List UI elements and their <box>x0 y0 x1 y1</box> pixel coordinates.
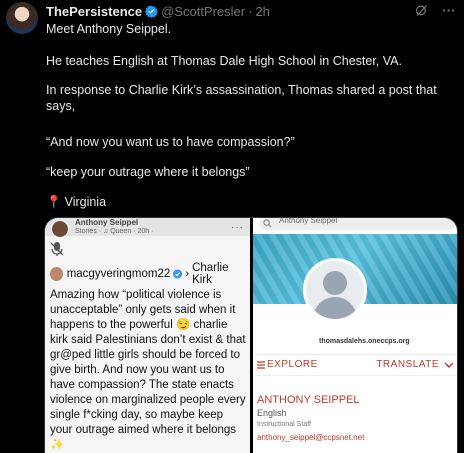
story-name: Anthony Seippel <box>75 218 139 227</box>
tweet-paragraph: In response to Charlie Kirk’s assassinat… <box>46 83 437 113</box>
menu-icon <box>257 361 265 369</box>
media-image-staff-page[interactable]: Anthony Seippel thomasdalehs.oneccps.org… <box>253 218 457 453</box>
tweet-header: ThePersistence @ScottPresler · 2h <box>46 2 456 20</box>
tweet-paragraph: He teaches English at Thomas Dale High S… <box>46 54 402 68</box>
shared-post-target: Charlie Kirk <box>192 262 229 286</box>
author-handle[interactable]: @ScottPresler <box>161 4 245 19</box>
search-icon <box>263 219 272 228</box>
shared-post-header: macgyveringmom22 › Charlie Kirk <box>50 262 246 286</box>
story-avatar <box>51 220 69 238</box>
avatar-head <box>323 271 347 295</box>
profile-placeholder-avatar <box>303 258 367 322</box>
translate-label: TRANSLATE <box>376 359 439 370</box>
staff-email: anthony_seippel@ccpsnet.net <box>257 433 365 442</box>
story-meta: Stories · ♫ Queen · 20h · <box>75 228 154 235</box>
mute-icon <box>51 242 63 256</box>
school-domain: thomasdalehs.oneccps.org <box>319 338 410 345</box>
shared-post-user: macgyveringmom22 <box>66 268 171 280</box>
explore-label: EXPLORE <box>267 359 318 370</box>
grok-icon[interactable] <box>414 3 429 18</box>
tweet-location-line: 📍 Virginia <box>46 194 106 210</box>
tweet-media[interactable]: Anthony Seippel Stories · ♫ Queen · 20h … <box>44 217 458 453</box>
shared-post-text: Amazing how “political violence is unacc… <box>50 289 246 451</box>
author-avatar[interactable] <box>6 2 38 34</box>
staff-role: Instructional Staff <box>257 421 311 428</box>
staff-search-bar: Anthony Seippel <box>259 218 455 230</box>
verified-small-icon <box>173 269 183 279</box>
search-text: Anthony Seippel <box>279 217 338 225</box>
tweet-paragraph: “And now you want us to have compassion?… <box>46 135 295 149</box>
story-header: Anthony Seippel Stories · ♫ Queen · 20h … <box>45 218 250 238</box>
media-image-story[interactable]: Anthony Seippel Stories · ♫ Queen · 20h … <box>45 218 250 453</box>
shared-post-avatar <box>50 267 63 281</box>
tweet-paragraph: Meet Anthony Seippel. <box>46 22 172 36</box>
story-more-icon: ··· <box>231 222 244 233</box>
location-pin-icon: 📍 <box>46 195 62 209</box>
more-options-icon[interactable] <box>441 3 456 18</box>
location-text: Virginia <box>64 195 107 209</box>
header-actions <box>414 3 456 18</box>
avatar-body <box>313 297 357 319</box>
verified-badge-icon <box>145 5 159 18</box>
shared-post-card: macgyveringmom22 › Charlie Kirk Amazing … <box>50 262 246 452</box>
author-name[interactable]: ThePersistence <box>46 4 142 19</box>
tweet-paragraph: “keep your outrage where it belongs” <box>46 165 250 179</box>
explore-bar: EXPLORE TRANSLATE <box>253 354 457 376</box>
header-separator: · <box>248 3 253 19</box>
staff-name: ANTHONY SEIPPEL <box>257 394 360 406</box>
shared-post-arrow-icon: › <box>185 268 189 280</box>
staff-department: English <box>257 408 287 418</box>
tweet-timestamp[interactable]: 2h <box>255 4 269 19</box>
chevron-down-icon <box>444 362 454 368</box>
